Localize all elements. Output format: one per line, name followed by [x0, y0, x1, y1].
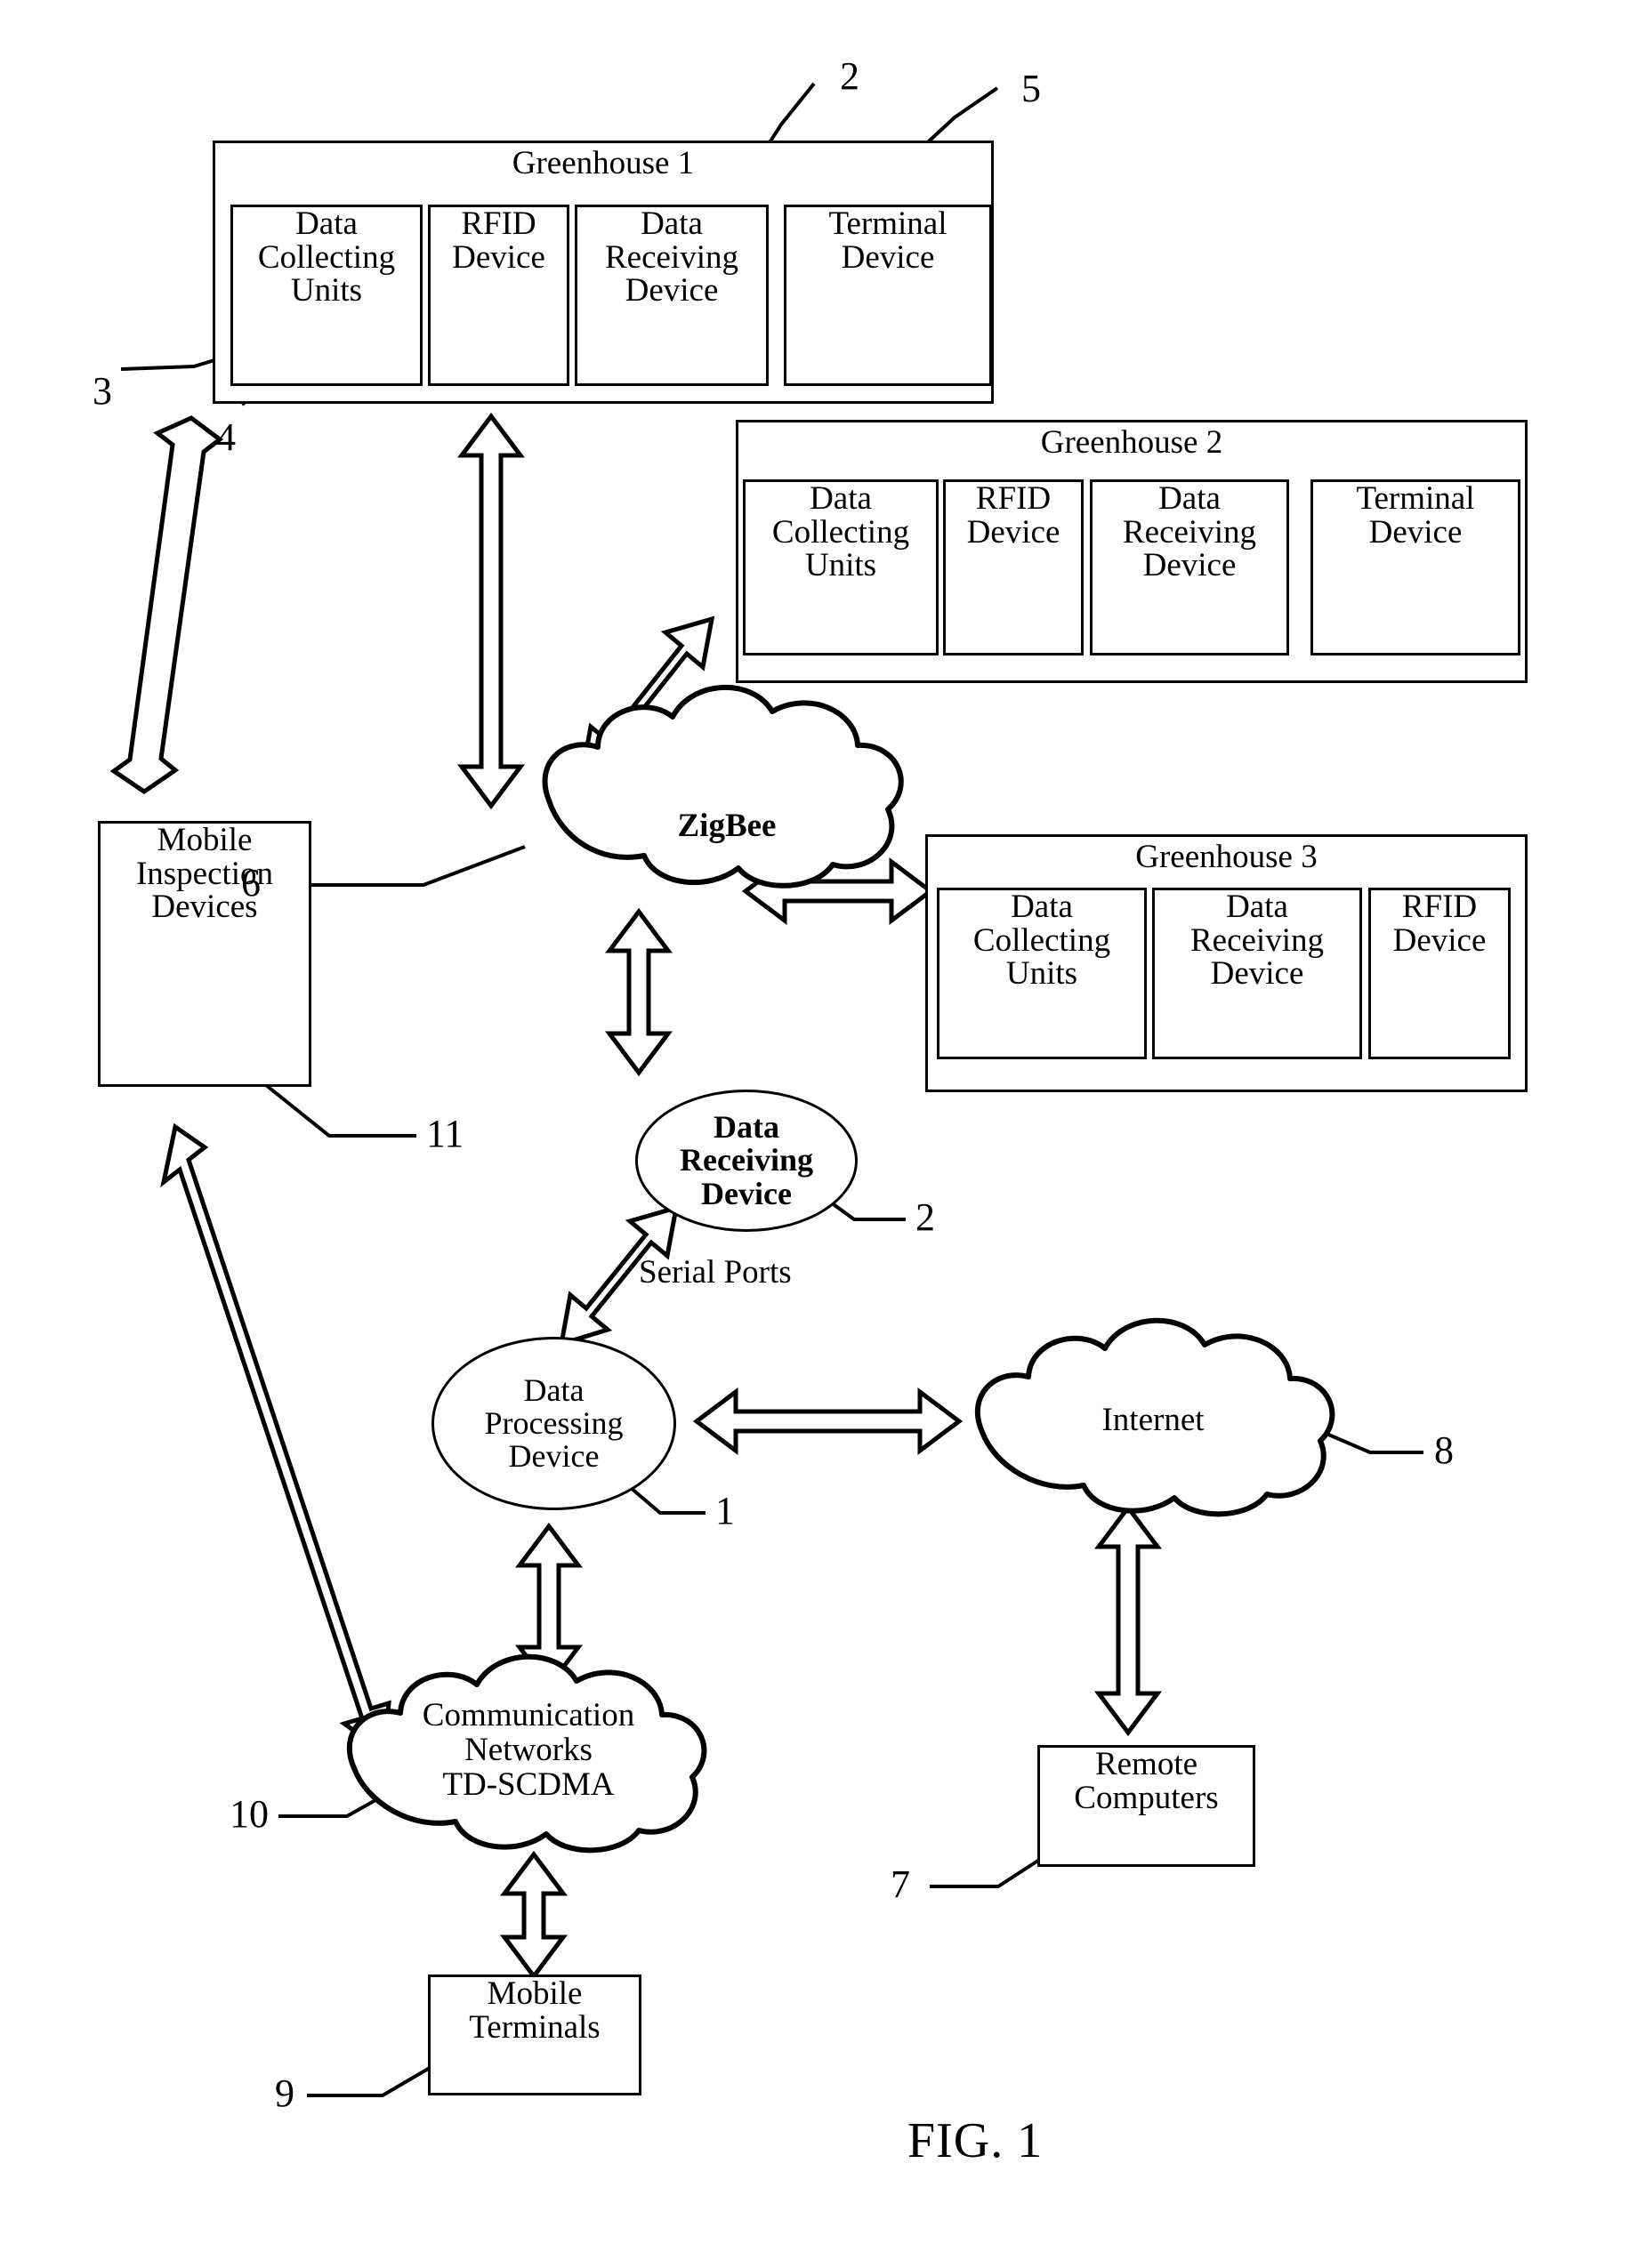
greenhouse-2-unit-data-collecting-units: Data Collecting Units: [743, 479, 939, 655]
greenhouse-2-unit-data-receiving-device: Data Receiving Device: [1090, 479, 1289, 655]
reference-numeral-1: 1: [715, 1489, 735, 1532]
reference-numeral-7: 7: [891, 1862, 910, 1906]
serial-ports-label: Serial Ports: [639, 1254, 792, 1291]
greenhouse-2-unit-rfid-device: RFID Device: [943, 479, 1084, 655]
internet-label: Internet: [1101, 1402, 1205, 1438]
data-receiving-device-ellipse: Data Receiving Device: [635, 1090, 858, 1232]
greenhouse-1-unit-rfid-device: RFID Device: [428, 205, 569, 386]
mobile-inspection-devices-box: Mobile Inspection Devices: [98, 821, 311, 1087]
greenhouse-2-unit-terminal-device: Terminal Device: [1310, 479, 1520, 655]
reference-numeral-10: 10: [230, 1792, 269, 1836]
reference-numeral-4: 4: [216, 415, 236, 459]
greenhouse-1-title: Greenhouse 1: [512, 145, 695, 181]
remote-computers-box: Remote Computers: [1037, 1745, 1255, 1867]
figure-caption: FIG. 1: [907, 2113, 1044, 2168]
zigbee-label: ZigBee: [677, 808, 777, 844]
greenhouse-3-unit-rfid-device: RFID Device: [1368, 888, 1511, 1059]
reference-numeral-2-top: 2: [840, 54, 859, 98]
reference-numeral-11: 11: [426, 1112, 464, 1155]
greenhouse-1-unit-data-collecting-units: Data Collecting Units: [230, 205, 423, 386]
mobile-terminals-box: Mobile Terminals: [428, 1974, 641, 2095]
data-processing-device-ellipse: Data Processing Device: [431, 1337, 676, 1510]
zigbee-cloud-shape: [542, 684, 904, 889]
reference-numeral-2-data-receiving: 2: [915, 1195, 935, 1239]
reference-numeral-6: 6: [241, 861, 261, 905]
reference-numeral-9: 9: [275, 2071, 294, 2115]
greenhouse-3-unit-data-receiving-device: Data Receiving Device: [1152, 888, 1362, 1059]
greenhouse-3-unit-data-collecting-units: Data Collecting Units: [937, 888, 1147, 1059]
reference-numeral-8: 8: [1434, 1428, 1454, 1472]
communication-networks-label: Communication Networks TD-SCDMA: [422, 1697, 635, 1803]
greenhouse-1-unit-terminal-device: Terminal Device: [784, 205, 992, 386]
reference-numeral-3: 3: [93, 369, 112, 413]
patent-figure-1: ZigBee Internet Communication Networks T…: [0, 0, 1645, 2268]
reference-numeral-5: 5: [1021, 67, 1041, 110]
greenhouse-1-unit-data-receiving-device: Data Receiving Device: [575, 205, 769, 386]
greenhouse-2-title: Greenhouse 2: [1040, 424, 1223, 461]
greenhouse-3-title: Greenhouse 3: [1135, 839, 1318, 875]
